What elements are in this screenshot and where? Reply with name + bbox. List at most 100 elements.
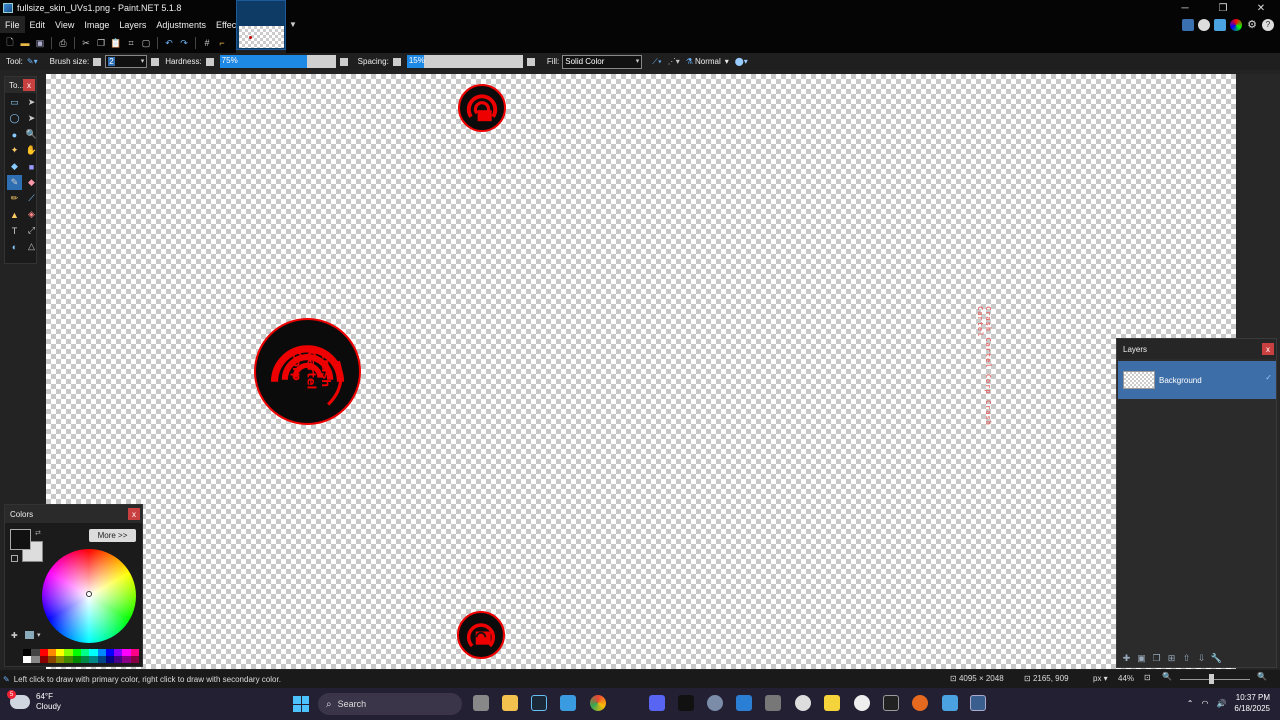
color-picker-icon[interactable]: ⟋ [24, 191, 39, 206]
brush-size-dropdown-icon[interactable]: ▾ [141, 57, 145, 65]
document-tab-thumbnail[interactable] [236, 0, 286, 50]
primary-color-swatch[interactable] [10, 529, 31, 550]
merge-layer-icon[interactable]: ⊞ [1166, 653, 1177, 664]
paste-icon[interactable]: 📋 [110, 37, 122, 49]
store-icon[interactable] [560, 695, 576, 711]
add-palette-color-icon[interactable]: ✚ [11, 631, 18, 640]
wifi-icon[interactable]: ◠ [1201, 699, 1208, 708]
close-button[interactable]: ✕ [1242, 0, 1280, 16]
settings-icon[interactable] [707, 695, 723, 711]
terminal-app-icon[interactable] [678, 695, 694, 711]
menu-file[interactable]: File [0, 16, 25, 33]
taskbar-search[interactable]: ⌕ Search [318, 693, 462, 715]
menu-adjustments[interactable]: Adjustments [151, 16, 211, 33]
menu-edit[interactable]: Edit [25, 16, 51, 33]
palette-swatch[interactable] [47, 656, 57, 663]
palette-swatch[interactable] [23, 656, 32, 663]
palette-swatch[interactable] [89, 649, 98, 656]
palette-swatch[interactable] [130, 649, 139, 656]
colors-toggle-icon[interactable] [1230, 18, 1242, 31]
duck-app-icon[interactable] [824, 695, 840, 711]
move-selection-icon[interactable]: ➤ [24, 111, 39, 126]
undo-icon[interactable]: ↶ [163, 37, 175, 49]
media-player-icon[interactable] [854, 695, 870, 711]
eraser-icon[interactable]: ◆ [24, 175, 39, 190]
open-file-icon[interactable]: ▬ [19, 37, 31, 49]
pan-icon[interactable]: ✋ [24, 143, 39, 158]
palette-swatch[interactable] [122, 656, 131, 663]
tray-overflow-icon[interactable]: ⌃ [1187, 699, 1194, 708]
brush-size-decrease-button[interactable] [93, 57, 102, 66]
task-view-icon[interactable] [473, 695, 489, 711]
shapes-triangle-icon[interactable]: △ [24, 239, 39, 254]
zoom-icon[interactable]: 🔍 [24, 127, 39, 142]
cut-icon[interactable]: ✂ [80, 37, 92, 49]
move-selected-icon[interactable]: ➤ [24, 95, 39, 110]
volume-icon[interactable]: 🔊 [1216, 699, 1226, 708]
pencil-icon[interactable]: ✏ [7, 191, 22, 206]
menu-image[interactable]: Image [79, 16, 114, 33]
weather-widget[interactable]: 5 64°F Cloudy [7, 690, 61, 712]
palette-swatch[interactable] [72, 649, 81, 656]
spacing-slider[interactable]: 15% [406, 55, 523, 68]
palette-swatch[interactable] [72, 656, 81, 663]
units-dropdown[interactable]: px ▾ [1093, 674, 1108, 683]
palette-swatch[interactable] [122, 649, 131, 656]
swap-colors-icon[interactable]: ⇄ [35, 529, 41, 537]
hardness-decrease-button[interactable] [205, 57, 214, 66]
layers-toggle-icon[interactable] [1214, 18, 1226, 31]
brush-size-input[interactable]: 2 ▾ [105, 55, 148, 68]
palette-swatch[interactable] [89, 656, 98, 663]
shapes-icon[interactable]: ◐ [7, 239, 22, 254]
zoom-in-icon[interactable]: 🔍 [1257, 672, 1267, 681]
zoom-out-icon[interactable]: 🔍 [1162, 672, 1172, 681]
recolor-icon[interactable]: ◈ [24, 207, 39, 222]
delete-layer-icon[interactable]: ▣ [1136, 653, 1147, 664]
layers-panel-title[interactable]: Layers [1117, 339, 1276, 359]
palette-swatch[interactable] [97, 649, 106, 656]
layers-panel-close-button[interactable]: x [1262, 343, 1274, 355]
paint-bucket-icon[interactable]: ◆ [7, 159, 22, 174]
palette-swatch[interactable] [56, 656, 65, 663]
color-palette[interactable] [23, 649, 139, 663]
tools-toggle-icon[interactable] [1182, 18, 1194, 31]
deselect-icon[interactable]: ▢ [140, 37, 152, 49]
add-layer-icon[interactable]: ✚ [1121, 653, 1132, 664]
sampling-icon[interactable]: ⬤▾ [735, 57, 748, 66]
duplicate-layer-icon[interactable]: ❐ [1151, 653, 1162, 664]
palette-swatch[interactable] [47, 649, 57, 656]
zoom-slider-thumb[interactable] [1209, 674, 1214, 684]
ruler-icon[interactable]: ⌐ [216, 37, 228, 49]
line-curve-icon[interactable]: ⤢ [24, 223, 39, 238]
document-list-dropdown-icon[interactable]: ▼ [289, 20, 297, 29]
blend-options-icon[interactable]: ⋰▾ [668, 57, 680, 66]
palette-swatch[interactable] [97, 656, 106, 663]
more-colors-button[interactable]: More >> [89, 529, 136, 542]
zoom-level[interactable]: 44% [1118, 674, 1134, 683]
palette-swatch[interactable] [39, 649, 48, 656]
layer-visibility-checkbox[interactable]: ✓ [1265, 373, 1272, 382]
palette-swatch[interactable] [130, 656, 139, 663]
palette-swatch[interactable] [105, 649, 115, 656]
cmd-icon[interactable] [883, 695, 899, 711]
move-layer-up-icon[interactable]: ⇧ [1181, 653, 1192, 664]
image-canvas[interactable]: Crash Cartel Corp Crash Cartel Corp Cras… [46, 74, 1236, 669]
zoom-fit-icon[interactable]: ⊡ [1144, 673, 1151, 682]
notepad-icon[interactable] [942, 695, 958, 711]
palette-menu-icon[interactable] [25, 631, 34, 639]
palette-swatch[interactable] [39, 656, 48, 663]
gradient-icon[interactable]: ■ [24, 159, 39, 174]
minimize-button[interactable]: ─ [1166, 0, 1204, 16]
help-icon[interactable]: ? [1262, 18, 1274, 31]
palette-swatch[interactable] [80, 656, 90, 663]
palette-swatch[interactable] [80, 649, 90, 656]
app-dots-icon[interactable] [912, 695, 928, 711]
menu-view[interactable]: View [50, 16, 79, 33]
blend-mode-icon[interactable]: ⚗ [686, 57, 693, 66]
antialias-icon[interactable]: ⟋▾ [652, 57, 662, 67]
spacing-decrease-button[interactable] [392, 57, 401, 66]
fill-dropdown[interactable]: Solid Color ▾ [562, 54, 643, 69]
colors-panel-title[interactable]: Colors [5, 505, 142, 523]
file-explorer-icon[interactable] [502, 695, 518, 711]
palette-swatch[interactable] [114, 656, 123, 663]
